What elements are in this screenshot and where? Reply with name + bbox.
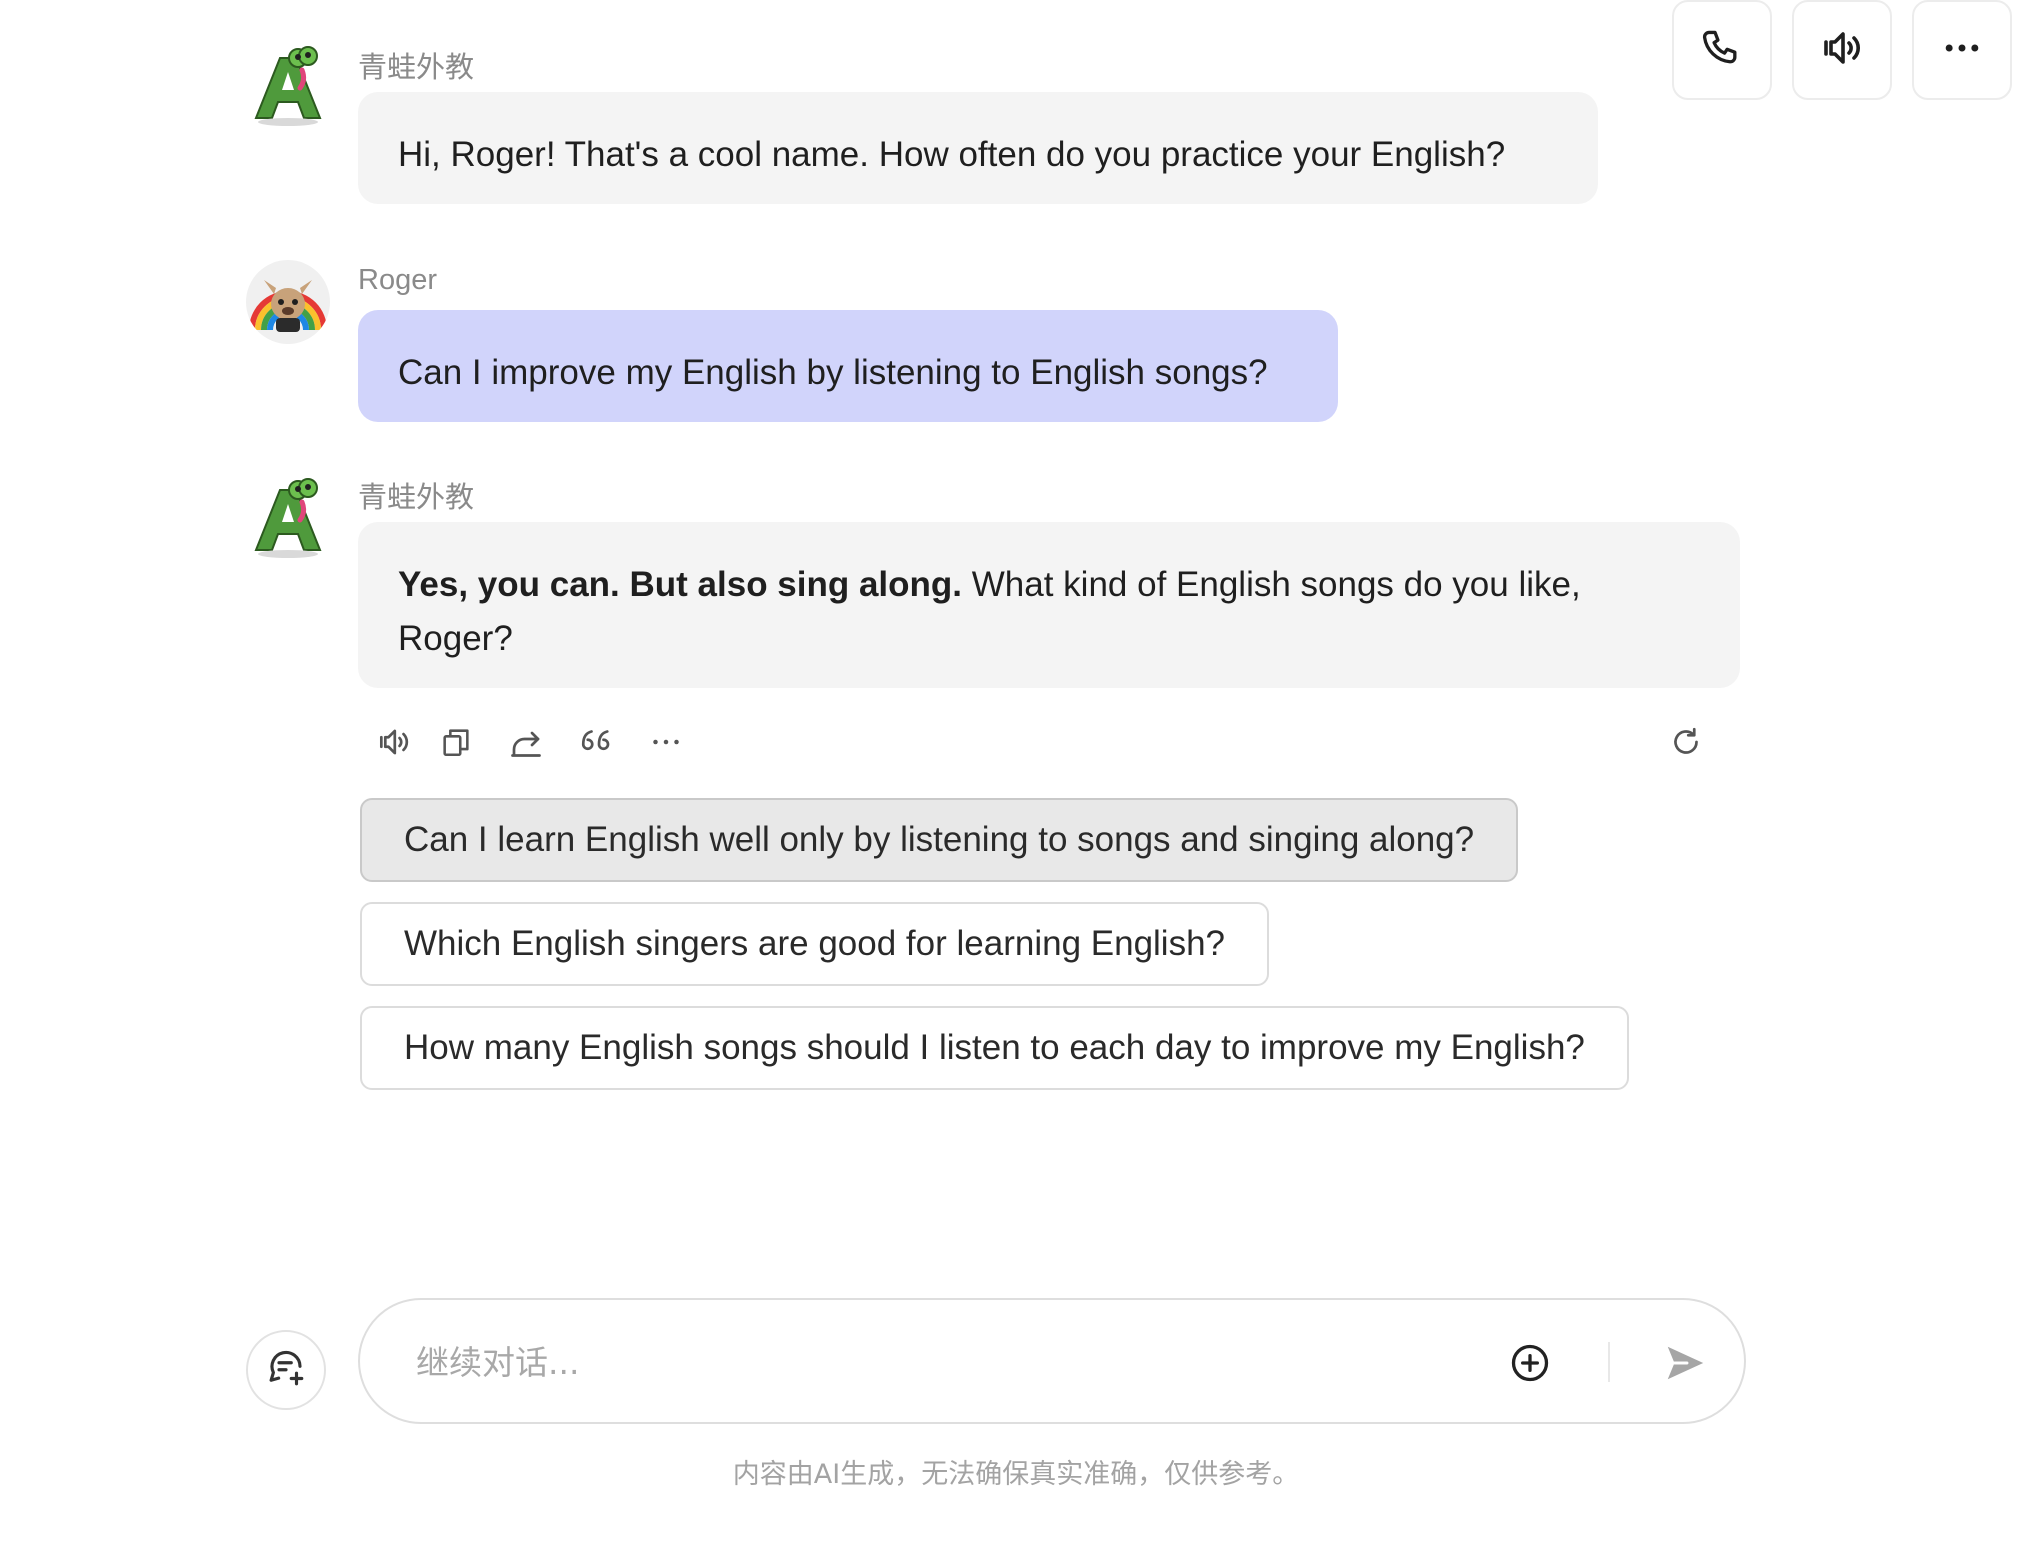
more-options-button[interactable] xyxy=(1912,0,2012,100)
copy-button[interactable] xyxy=(434,722,478,766)
divider xyxy=(1608,1342,1610,1382)
sender-name: Roger xyxy=(358,264,437,296)
message-input[interactable] xyxy=(414,1330,1418,1394)
new-chat-icon xyxy=(265,1347,307,1394)
more-icon xyxy=(648,724,684,765)
bot-message-bubble: Yes, you can. But also sing along. What … xyxy=(358,522,1740,688)
suggestion-button[interactable]: Can I learn English well only by listeni… xyxy=(360,798,1519,882)
send-icon xyxy=(1662,1346,1708,1390)
bot-avatar[interactable] xyxy=(246,44,330,128)
ai-disclaimer: 内容由AI生成，无法确保真实准确，仅供参考。 xyxy=(732,1459,1300,1490)
phone-icon xyxy=(1700,26,1744,75)
header-actions xyxy=(1672,0,2012,100)
suggestion-button[interactable]: Which English singers are good for learn… xyxy=(360,902,1270,986)
bot-avatar[interactable] xyxy=(246,476,330,560)
plus-circle-icon xyxy=(1508,1344,1552,1389)
copy-icon xyxy=(439,725,473,764)
speaker-icon xyxy=(1818,24,1866,77)
call-button[interactable] xyxy=(1672,0,1772,100)
quote-button[interactable] xyxy=(574,722,618,766)
read-aloud-button[interactable] xyxy=(372,722,416,766)
user-avatar[interactable] xyxy=(246,260,330,344)
message-toolbar xyxy=(358,716,1722,772)
share-icon xyxy=(508,724,544,765)
share-button[interactable] xyxy=(504,722,548,766)
send-button[interactable] xyxy=(1662,1340,1708,1386)
message-composer xyxy=(358,1298,1746,1424)
regenerate-button[interactable] xyxy=(1664,722,1708,766)
quote-icon xyxy=(578,724,614,765)
bot-message-bubble: Hi, Roger! That's a cool name. How often… xyxy=(358,92,1598,204)
user-message-bubble: Can I improve my English by listening to… xyxy=(358,310,1338,422)
more-button[interactable] xyxy=(644,722,688,766)
new-chat-button[interactable] xyxy=(246,1330,326,1410)
more-horizontal-icon xyxy=(1940,26,1984,75)
suggestion-button[interactable]: How many English songs should I listen t… xyxy=(360,1006,1629,1090)
sender-name: 青蛙外教 xyxy=(358,50,475,84)
sender-name: 青蛙外教 xyxy=(358,480,475,514)
speaker-icon xyxy=(375,723,413,766)
voice-button[interactable] xyxy=(1792,0,1892,100)
bold-text: Yes, you can. But also sing along. xyxy=(398,565,963,604)
attach-button[interactable] xyxy=(1508,1341,1552,1385)
refresh-icon xyxy=(1668,724,1704,765)
